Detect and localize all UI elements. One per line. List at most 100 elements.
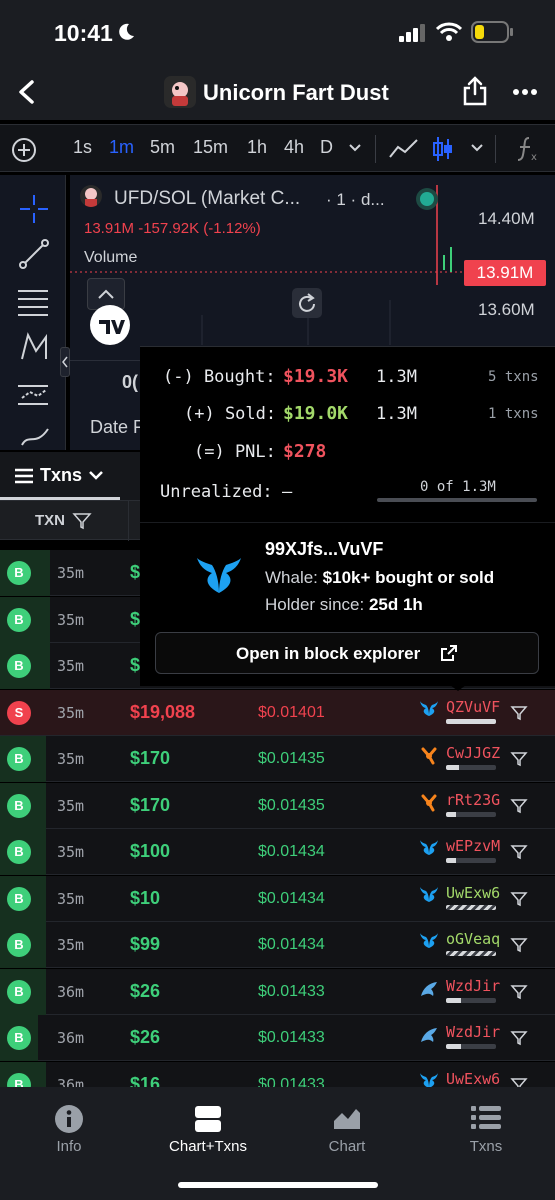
chevron-down-icon[interactable] (470, 143, 484, 153)
add-indicator-icon[interactable] (11, 137, 37, 163)
filter-icon[interactable] (510, 1029, 528, 1047)
more-icon[interactable] (512, 88, 538, 96)
partial-text: 0( (122, 372, 139, 392)
chevron-down-icon[interactable] (348, 143, 362, 153)
table-row[interactable]: S 35m $19,088 $0.01401 QZVuVF (0, 689, 555, 736)
nav-txns[interactable]: Txns (416, 1087, 555, 1167)
divider (375, 135, 376, 163)
area-chart-icon (334, 1109, 360, 1129)
txn-type-badge: B (7, 1026, 31, 1050)
holder-row: Holder since: 25d 1h (265, 595, 423, 615)
timeframe-d[interactable]: D (320, 137, 333, 158)
nav-info[interactable]: Info (0, 1087, 138, 1167)
filter-icon[interactable] (72, 511, 92, 531)
date-range-partial: Date F (90, 417, 145, 437)
unrealized-value: – (282, 482, 293, 502)
maker-address[interactable]: wEPzvM (446, 837, 500, 855)
pattern-icon[interactable] (18, 331, 50, 363)
moon-icon (119, 23, 134, 40)
filter-icon[interactable] (510, 890, 528, 908)
table-row[interactable]: B 35m $170 $0.01435 rRt23G (0, 782, 555, 829)
divider (495, 135, 496, 163)
bought-txns: 5 txns (488, 369, 539, 385)
forecast-icon[interactable] (16, 380, 50, 410)
txn-usd: $100 (130, 841, 171, 861)
nav-chart[interactable]: Chart (278, 1087, 416, 1167)
token-title: Unicorn Fart Dust (203, 80, 389, 105)
brush-icon[interactable] (20, 427, 50, 447)
maker-address[interactable]: UwExw6 (446, 1070, 500, 1088)
txn-age: 35m (57, 610, 85, 629)
txn-type-badge: B (7, 747, 31, 771)
list-icon (15, 468, 33, 484)
unrealized-progress (377, 498, 537, 502)
shrimp-icon (419, 794, 439, 817)
dolphin-icon (419, 1026, 439, 1049)
maker-address[interactable]: oGVeaq (446, 930, 500, 948)
nav-chart-txns-label: Chart+Txns (169, 1138, 247, 1155)
share-icon[interactable] (462, 76, 488, 106)
collapse-toolbar-button[interactable] (60, 347, 70, 377)
list-icon (471, 1106, 501, 1129)
open-explorer-button[interactable]: Open in block explorer (155, 632, 539, 674)
axis-tick-upper: 14.40M (478, 209, 535, 228)
sold-usd: $19.0K (283, 403, 349, 424)
table-row[interactable]: B 36m $26 $0.01433 WzdJir (0, 968, 555, 1015)
txn-age: 35m (57, 750, 85, 768)
header: Unicorn Fart Dust (0, 64, 555, 120)
fib-icon[interactable] (16, 287, 50, 317)
txn-usd: $10 (130, 887, 161, 908)
bottom-nav: Info Chart+Txns Chart Txns (0, 1087, 555, 1200)
filter-icon[interactable] (510, 983, 528, 1001)
txn-price: $0.01435 (258, 750, 325, 767)
table-row[interactable]: B 35m $100 $0.01434 wEPzvM (0, 829, 555, 875)
txn-usd: $ (130, 608, 141, 629)
axis-tick-lower: 13.60M (478, 300, 535, 319)
external-link-icon (441, 645, 457, 661)
candles-icon[interactable] (432, 135, 454, 163)
maker-address[interactable]: CwJJGZ (446, 744, 500, 762)
txn-age: 35m (57, 657, 85, 675)
table-row[interactable]: B 35m $10 $0.01434 UwExw6 (0, 875, 555, 922)
maker-holding-bar (446, 718, 496, 724)
volume-label: Volume (84, 249, 138, 266)
txn-price: $0.01434 (258, 889, 325, 907)
table-row[interactable]: B 35m $99 $0.01434 oGVeaq (0, 922, 555, 968)
txn-age: 36m (57, 1029, 85, 1047)
whale-row: Whale: $10k+ bought or sold (265, 568, 494, 588)
reset-chart-button[interactable] (292, 288, 322, 318)
crosshair-icon[interactable] (18, 193, 50, 225)
timeframe-1h[interactable]: 1h (247, 137, 267, 158)
timeframe-4h[interactable]: 4h (284, 137, 304, 158)
nav-chart-txns[interactable]: Chart+Txns (138, 1087, 278, 1167)
maker-address[interactable]: rRt23G (446, 791, 500, 809)
table-row[interactable]: B 35m $170 $0.01435 CwJJGZ (0, 736, 555, 782)
filter-icon[interactable] (510, 750, 528, 768)
timeframe-5m[interactable]: 5m (150, 137, 175, 158)
filter-icon[interactable] (510, 704, 528, 722)
maker-address[interactable]: QZVuVF (446, 698, 500, 716)
txn-age: 35m (57, 703, 85, 722)
txn-type-badge: B (7, 561, 31, 585)
trendline-icon[interactable] (18, 238, 50, 270)
txn-age: 36m (57, 982, 85, 1001)
filter-icon[interactable] (510, 797, 528, 815)
txns-dropdown[interactable]: Txns (0, 452, 120, 500)
unrealized-label: Unrealized: (160, 482, 273, 502)
back-icon[interactable] (16, 80, 38, 104)
maker-address[interactable]: WzdJir (446, 1023, 500, 1041)
timeframe-1m[interactable]: 1m (109, 137, 134, 158)
function-icon[interactable]: x (515, 135, 539, 163)
filter-icon[interactable] (510, 936, 528, 954)
maker-address[interactable]: UwExw6 (446, 884, 500, 902)
maker-address[interactable]: WzdJir (446, 977, 500, 995)
svg-text:x: x (531, 152, 537, 163)
table-row[interactable]: B 36m $26 $0.01433 WzdJir (0, 1015, 555, 1061)
timeframe-15m[interactable]: 15m (193, 137, 228, 158)
filter-icon[interactable] (510, 843, 528, 861)
line-chart-icon[interactable] (388, 137, 420, 161)
pnl-value: $278 (283, 441, 327, 462)
chart-symbol: UFD/SOL (Market C... (114, 188, 301, 209)
signal-icon (399, 24, 425, 42)
timeframe-1s[interactable]: 1s (73, 137, 92, 158)
